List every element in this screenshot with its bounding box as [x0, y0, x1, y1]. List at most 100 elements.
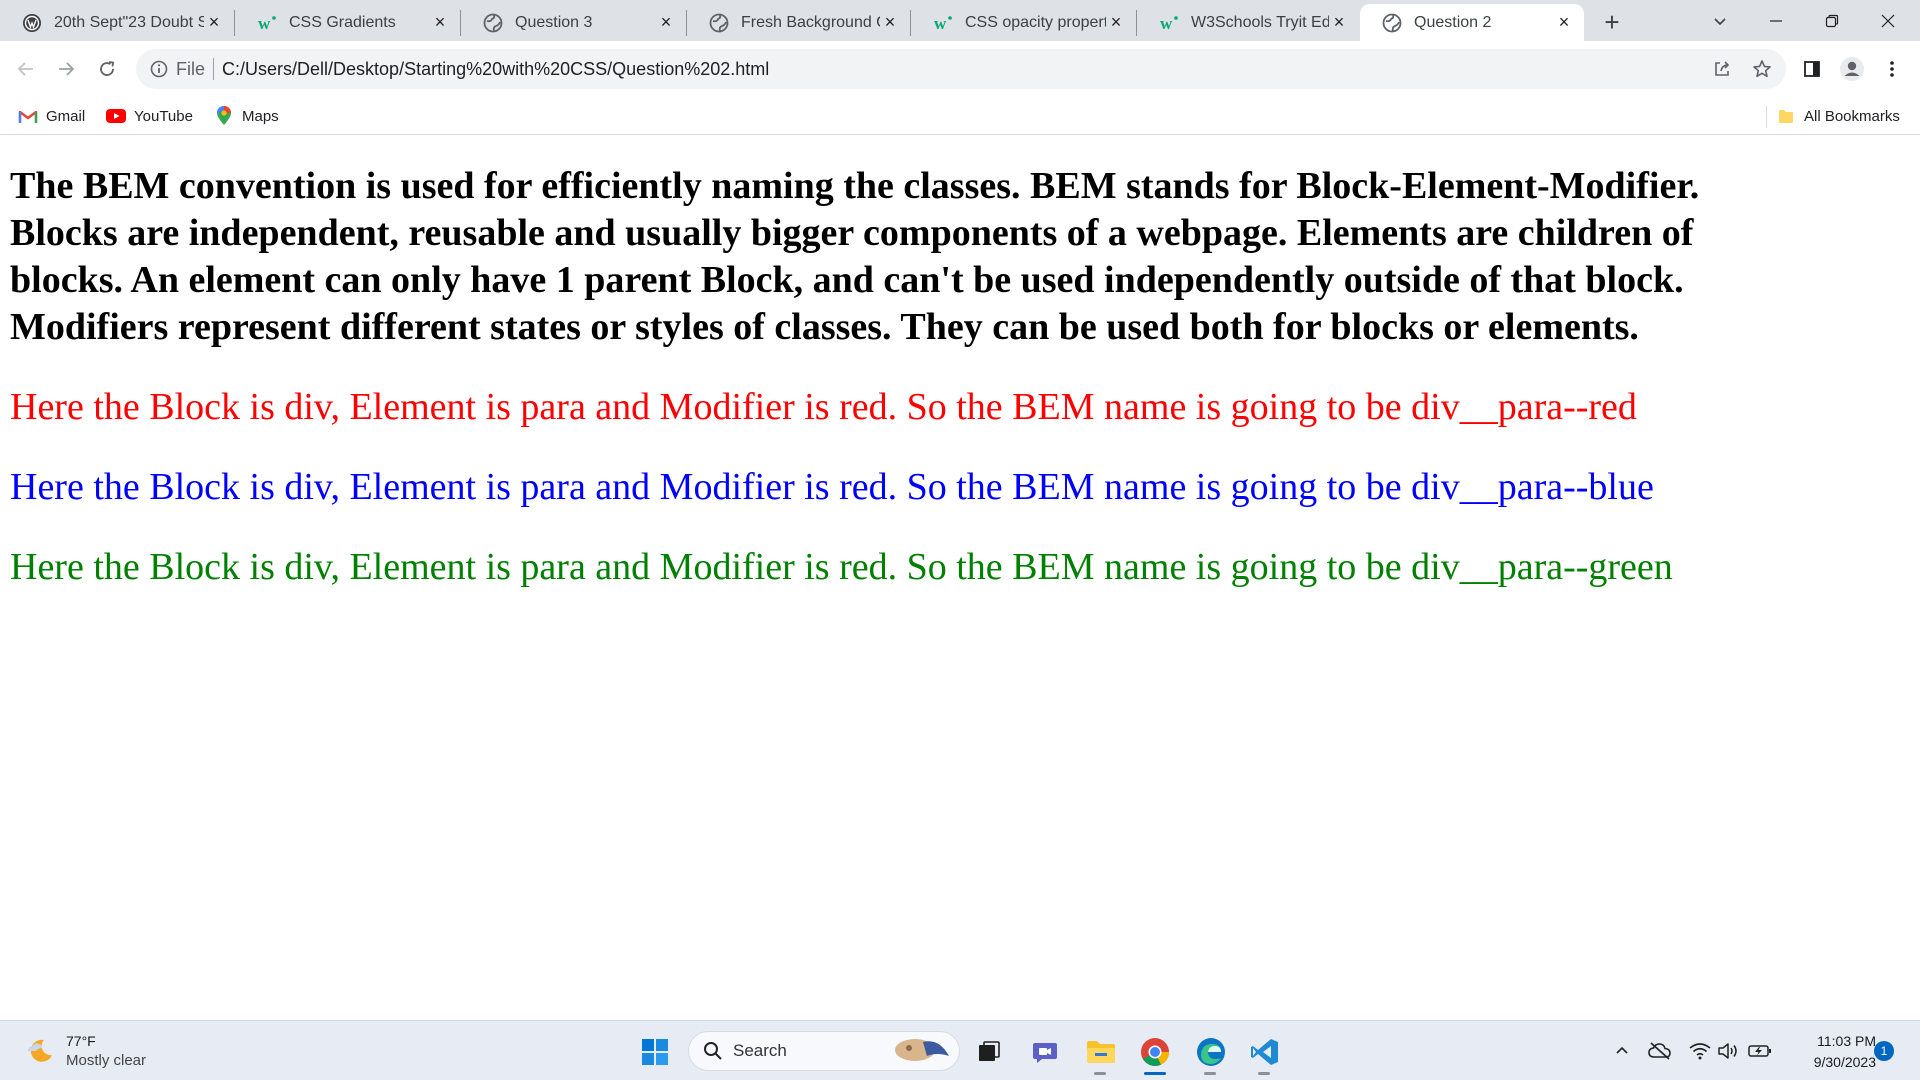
close-icon [1881, 14, 1895, 27]
tab-search-button[interactable] [1692, 0, 1748, 41]
minimize-icon [1770, 19, 1782, 22]
tab-title: Fresh Background Gr [741, 13, 880, 31]
close-icon[interactable]: × [430, 12, 450, 33]
globe-icon [1382, 13, 1402, 33]
url-scheme: File [176, 58, 206, 79]
arrow-left-icon [17, 62, 33, 76]
edge-button[interactable] [1194, 1035, 1228, 1069]
chevron-up-icon [1616, 1046, 1628, 1054]
close-icon[interactable]: × [880, 12, 900, 33]
side-panel-icon [1804, 61, 1820, 77]
share-icon [1715, 61, 1730, 76]
onedrive-status[interactable] [1648, 1039, 1672, 1063]
show-hidden-icons-button[interactable] [1610, 1039, 1634, 1063]
arrow-right-icon [59, 62, 75, 76]
address-bar[interactable]: File C:/Users/Dell/Desktop/Starting%20wi… [136, 49, 1786, 89]
close-icon[interactable]: × [656, 12, 676, 33]
cloud-off-icon [1648, 1042, 1671, 1060]
taskbar-search[interactable]: Search [688, 1031, 960, 1071]
task-view-button[interactable] [972, 1035, 1006, 1069]
tab-title: Question 3 [515, 13, 593, 31]
tab-strip: 20th Sept"23 Doubt S × w CSS Gradients ×… [0, 0, 1920, 41]
start-button[interactable] [638, 1035, 672, 1069]
tab-fresh-background[interactable]: Fresh Background Gr × [687, 4, 910, 41]
bookmarks-bar: Gmail YouTube Maps All Bookmarks [0, 98, 1920, 135]
more-vertical-icon [1890, 61, 1894, 77]
clock-date: 9/30/2023 [1813, 1054, 1876, 1070]
edge-icon [1197, 1038, 1225, 1066]
windows-icon [642, 1039, 668, 1065]
url-text[interactable]: C:/Users/Dell/Desktop/Starting%20with%20… [222, 59, 769, 80]
paragraph-green: Here the Block is div, Element is para a… [10, 546, 1673, 588]
weather-widget[interactable]: 77°F Mostly clear [24, 1031, 146, 1071]
star-icon [1753, 60, 1771, 78]
system-clock[interactable]: 11:03 PM 9/30/2023 [1780, 1031, 1876, 1073]
chevron-down-icon [1714, 17, 1726, 25]
chrome-icon [1141, 1038, 1170, 1066]
minimize-button[interactable] [1748, 0, 1804, 41]
maps-icon [214, 106, 234, 126]
side-panel-button[interactable] [1794, 51, 1830, 87]
close-icon[interactable]: × [1329, 12, 1349, 33]
teams-button[interactable] [1028, 1035, 1062, 1069]
restore-icon [1825, 14, 1839, 27]
wifi-icon [1689, 1043, 1711, 1060]
w3schools-icon: w [1159, 13, 1179, 33]
svg-text:w: w [934, 14, 947, 33]
paragraph-red: Here the Block is div, Element is para a… [10, 386, 1637, 428]
bookmark-youtube[interactable]: YouTube [106, 98, 193, 134]
info-icon[interactable] [148, 58, 170, 80]
volume-status[interactable] [1716, 1039, 1740, 1063]
tab-css-opacity[interactable]: w CSS opacity property × [911, 4, 1136, 41]
moon-cloud-icon [28, 1039, 52, 1062]
back-button[interactable] [8, 51, 44, 87]
globe-icon [483, 13, 503, 33]
menu-button[interactable] [1874, 51, 1910, 87]
bookmark-label: Gmail [46, 107, 86, 125]
tab-question-3[interactable]: Question 3 × [461, 4, 686, 41]
tab-question-2[interactable]: Question 2 × [1360, 4, 1584, 41]
page-content: The BEM convention is used for efficient… [0, 135, 1920, 1020]
close-icon[interactable]: × [1106, 12, 1126, 33]
all-bookmarks[interactable]: All Bookmarks [1776, 98, 1900, 134]
gmail-icon [18, 106, 38, 126]
close-icon[interactable]: × [1554, 12, 1574, 33]
clock-time: 11:03 PM [1817, 1033, 1876, 1049]
browser-toolbar: File C:/Users/Dell/Desktop/Starting%20wi… [0, 41, 1920, 98]
reload-button[interactable] [89, 51, 125, 87]
w3schools-icon: w [257, 13, 277, 33]
tab-doubt-session[interactable]: 20th Sept"23 Doubt S × [0, 4, 234, 41]
paragraph-blue: Here the Block is div, Element is para a… [10, 466, 1654, 508]
close-window-button[interactable] [1860, 0, 1916, 41]
task-view-icon [979, 1041, 1000, 1061]
restore-button[interactable] [1804, 0, 1860, 41]
bookmark-maps[interactable]: Maps [214, 98, 279, 134]
share-button[interactable] [1704, 51, 1740, 87]
battery-charging-icon [1748, 1045, 1771, 1057]
bookmark-star-button[interactable] [1744, 51, 1780, 87]
wifi-status[interactable] [1688, 1039, 1712, 1063]
weather-condition: Mostly clear [66, 1052, 147, 1069]
notification-badge[interactable]: 1 [1874, 1041, 1894, 1061]
profile-button[interactable] [1834, 51, 1870, 87]
svg-text:w: w [258, 14, 271, 33]
bookmark-gmail[interactable]: Gmail [18, 98, 85, 134]
vscode-button[interactable] [1248, 1035, 1282, 1069]
speaker-icon [1718, 1043, 1737, 1059]
vscode-icon [1251, 1039, 1278, 1065]
chrome-button[interactable] [1138, 1035, 1172, 1069]
tab-title: Question 2 [1414, 13, 1492, 31]
new-tab-button[interactable]: + [1598, 7, 1626, 37]
globe-icon [709, 13, 729, 33]
battery-status[interactable] [1748, 1039, 1772, 1063]
youtube-icon [106, 106, 126, 126]
tab-css-gradients[interactable]: w CSS Gradients × [235, 4, 460, 41]
search-placeholder: Search [733, 1041, 787, 1060]
file-explorer-button[interactable] [1084, 1035, 1118, 1069]
search-highlight-icon [893, 1034, 951, 1069]
forward-button[interactable] [48, 51, 84, 87]
close-icon[interactable]: × [204, 12, 224, 33]
tab-tryit-editor[interactable]: w W3Schools Tryit Edito × [1137, 4, 1359, 41]
wordpress-icon [22, 13, 42, 33]
folder-icon [1776, 106, 1796, 126]
